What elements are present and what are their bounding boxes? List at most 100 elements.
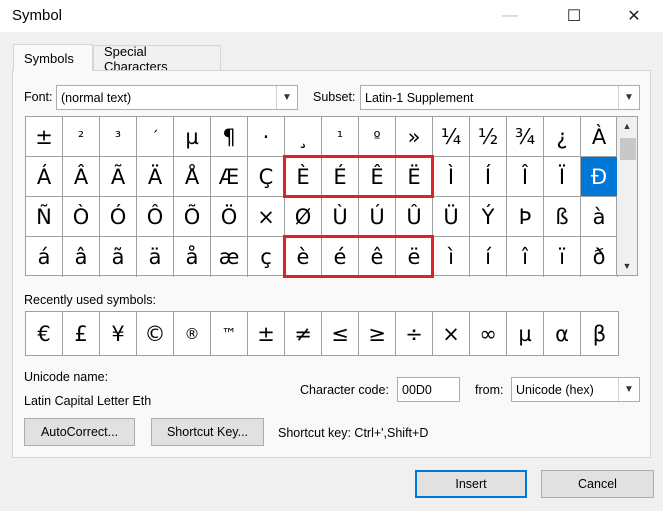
symbol-cell[interactable]: ¸ — [285, 117, 322, 157]
highlight-box — [283, 235, 434, 278]
symbol-cell[interactable]: ç — [248, 237, 285, 277]
symbol-cell[interactable]: ¿ — [544, 117, 581, 157]
symbol-cell[interactable]: î — [507, 237, 544, 277]
symbol-cell[interactable]: » — [396, 117, 433, 157]
symbol-cell[interactable]: ð — [581, 237, 618, 277]
symbol-cell[interactable]: º — [359, 117, 396, 157]
recent-symbols[interactable]: € £ ¥ © ® ™ ± ≠ ≤ ≥ ÷ × ∞ µ α β — [25, 311, 619, 356]
symbol-cell[interactable]: á — [26, 237, 63, 277]
symbol-cell[interactable]: ³ — [100, 117, 137, 157]
symbol-cell[interactable]: å — [174, 237, 211, 277]
symbol-cell[interactable]: Ó — [100, 197, 137, 237]
font-dropdown[interactable]: (normal text) ▼ — [56, 85, 298, 110]
symbol-cell[interactable]: ¶ — [211, 117, 248, 157]
symbol-cell[interactable]: æ — [211, 237, 248, 277]
insert-button[interactable]: Insert — [415, 470, 527, 498]
symbol-cell[interactable]: × — [248, 197, 285, 237]
symbol-cell[interactable]: Û — [396, 197, 433, 237]
symbol-cell[interactable]: Đ — [581, 157, 618, 197]
symbol-cell[interactable]: Ô — [137, 197, 174, 237]
subset-dropdown[interactable]: Latin-1 Supplement ▼ — [360, 85, 640, 110]
symbol-cell[interactable]: Ì — [433, 157, 470, 197]
from-dropdown[interactable]: Unicode (hex) ▼ — [511, 377, 640, 402]
symbol-cell[interactable]: Ö — [211, 197, 248, 237]
recent-symbol-cell[interactable]: β — [581, 312, 618, 355]
symbol-cell[interactable]: Ñ — [26, 197, 63, 237]
symbol-cell[interactable]: Õ — [174, 197, 211, 237]
shortcut-key-button[interactable]: Shortcut Key... — [151, 418, 264, 446]
symbol-cell[interactable]: Ú — [359, 197, 396, 237]
symbol-cell[interactable]: Ã — [100, 157, 137, 197]
symbol-cell[interactable]: Þ — [507, 197, 544, 237]
scroll-down-icon[interactable]: ▼ — [617, 257, 637, 275]
symbol-cell[interactable]: ß — [544, 197, 581, 237]
symbol-cell[interactable]: ï — [544, 237, 581, 277]
recent-symbol-cell[interactable]: ≠ — [285, 312, 322, 355]
symbol-cell[interactable]: Ï — [544, 157, 581, 197]
from-label: from: — [475, 383, 504, 397]
recent-symbol-cell[interactable]: ÷ — [396, 312, 433, 355]
symbol-cell[interactable]: ² — [63, 117, 100, 157]
recent-symbol-cell[interactable]: © — [137, 312, 174, 355]
unicode-name-value: Latin Capital Letter Eth — [24, 394, 152, 408]
recent-symbol-cell[interactable]: ± — [248, 312, 285, 355]
symbol-cell[interactable]: À — [581, 117, 618, 157]
recent-symbol-cell[interactable]: ¥ — [100, 312, 137, 355]
symbol-cell[interactable]: Í — [470, 157, 507, 197]
maximize-button[interactable]: ☐ — [552, 0, 596, 32]
tab-symbols[interactable]: Symbols — [13, 44, 93, 71]
symbol-cell[interactable]: ã — [100, 237, 137, 277]
minimize-button[interactable]: — — [488, 0, 532, 32]
symbol-cell[interactable]: Ü — [433, 197, 470, 237]
close-icon: ✕ — [627, 8, 641, 25]
symbol-cell[interactable]: Ä — [137, 157, 174, 197]
recent-symbol-cell[interactable]: ≤ — [322, 312, 359, 355]
symbol-cell[interactable]: í — [470, 237, 507, 277]
recent-symbol-cell[interactable]: ® — [174, 312, 211, 355]
symbol-cell[interactable]: ì — [433, 237, 470, 277]
symbol-cell[interactable]: à — [581, 197, 618, 237]
chevron-down-icon: ▼ — [618, 86, 639, 109]
symbol-cell[interactable]: â — [63, 237, 100, 277]
unicode-name-label: Unicode name: — [24, 370, 109, 384]
symbol-cell[interactable]: ¾ — [507, 117, 544, 157]
char-code-input[interactable]: 00D0 — [397, 377, 460, 402]
symbol-cell[interactable]: Ù — [322, 197, 359, 237]
font-value: (normal text) — [61, 90, 132, 105]
symbol-cell[interactable]: Á — [26, 157, 63, 197]
shortcut-key-label: Shortcut Key... — [166, 425, 249, 439]
tab-special-characters-label: Special Characters — [104, 43, 168, 74]
tab-special-characters[interactable]: Special Characters — [93, 43, 221, 74]
symbol-cell[interactable]: Å — [174, 157, 211, 197]
recent-symbol-cell[interactable]: ≥ — [359, 312, 396, 355]
symbol-cell[interactable]: ¹ — [322, 117, 359, 157]
symbol-cell[interactable]: Ò — [63, 197, 100, 237]
symbol-cell[interactable]: µ — [174, 117, 211, 157]
recent-symbol-cell[interactable]: £ — [63, 312, 100, 355]
minimize-icon: — — [502, 7, 518, 24]
symbol-cell[interactable]: ¼ — [433, 117, 470, 157]
recent-symbol-cell[interactable]: ∞ — [470, 312, 507, 355]
autocorrect-button[interactable]: AutoCorrect... — [24, 418, 135, 446]
symbol-cell[interactable]: ½ — [470, 117, 507, 157]
symbol-cell[interactable]: ´ — [137, 117, 174, 157]
recent-symbol-cell[interactable]: µ — [507, 312, 544, 355]
symbol-cell[interactable]: · — [248, 117, 285, 157]
symbol-cell[interactable]: Ý — [470, 197, 507, 237]
symbol-cell[interactable]: Â — [63, 157, 100, 197]
recent-symbol-cell[interactable]: α — [544, 312, 581, 355]
scroll-thumb[interactable] — [620, 138, 636, 160]
symbol-cell[interactable]: ä — [137, 237, 174, 277]
symbol-cell[interactable]: Ç — [248, 157, 285, 197]
insert-label: Insert — [455, 477, 487, 491]
symbol-cell[interactable]: Æ — [211, 157, 248, 197]
recent-symbol-cell[interactable]: ™ — [211, 312, 248, 355]
scroll-up-icon[interactable]: ▲ — [617, 117, 637, 135]
recent-symbol-cell[interactable]: € — [26, 312, 63, 355]
cancel-button[interactable]: Cancel — [541, 470, 654, 498]
symbol-cell[interactable]: Ø — [285, 197, 322, 237]
recent-symbol-cell[interactable]: × — [433, 312, 470, 355]
symbol-cell[interactable]: Î — [507, 157, 544, 197]
symbol-cell[interactable]: ± — [26, 117, 63, 157]
close-button[interactable]: ✕ — [612, 0, 656, 32]
